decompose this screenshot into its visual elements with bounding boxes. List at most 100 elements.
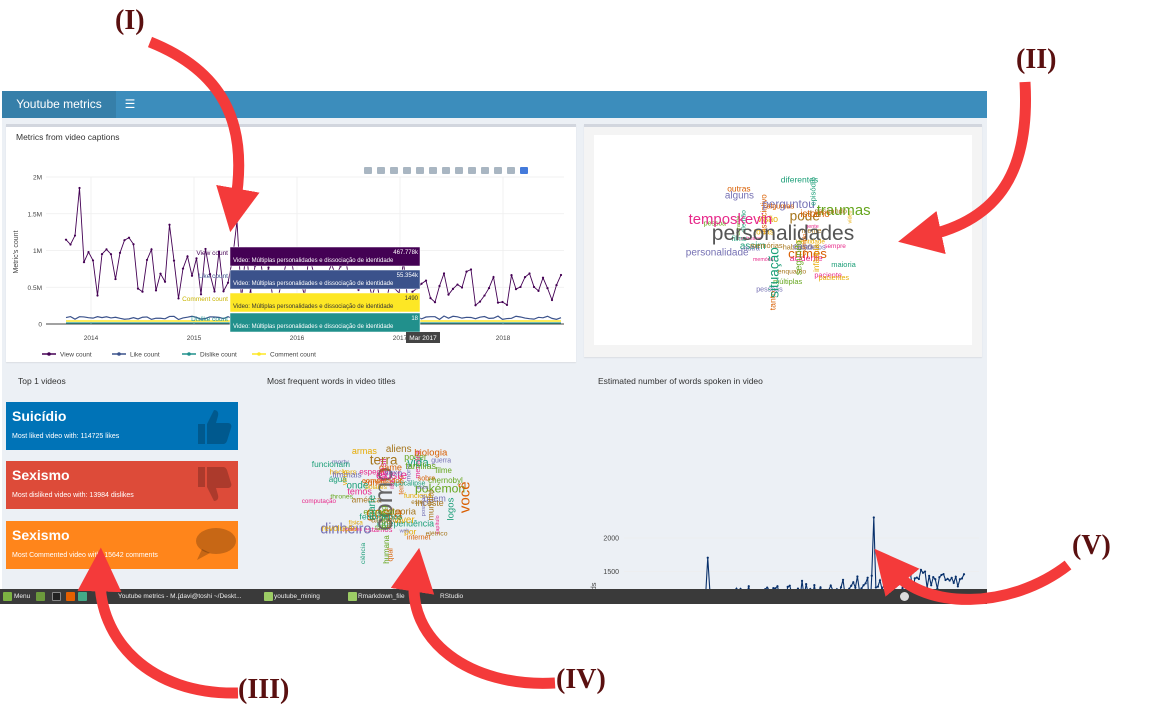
words-point xyxy=(950,576,953,580)
reset-axes-icon[interactable] xyxy=(468,167,476,174)
box-select-icon[interactable] xyxy=(403,167,411,174)
spike-lines-icon[interactable] xyxy=(481,167,489,174)
words-point xyxy=(852,581,855,584)
view-count-point xyxy=(150,248,153,251)
words-point xyxy=(891,574,894,578)
words-point xyxy=(850,584,853,587)
words-point xyxy=(706,556,709,559)
wordcloud-word: você xyxy=(456,481,473,513)
words-point xyxy=(805,582,808,586)
words-point xyxy=(866,576,869,579)
words-point xyxy=(856,575,859,578)
hamburger-icon[interactable]: ☰ xyxy=(122,91,138,118)
view-count-point xyxy=(523,276,527,279)
x-tick-label: 2014 xyxy=(84,335,99,342)
thumbs-up-icon xyxy=(198,410,232,444)
x-tick-label: 2016 xyxy=(290,335,305,342)
taskbar-rstudio[interactable]: RStudio xyxy=(440,591,463,602)
words-point xyxy=(885,572,888,576)
annotation-iv: (IV) xyxy=(556,664,606,695)
words-point xyxy=(930,584,933,587)
header-bar: Youtube metrics ☰ xyxy=(2,91,987,118)
most-commented-title: Sexismo xyxy=(12,527,70,543)
wordcloud-word: fenômenos xyxy=(359,512,403,522)
view-count-point xyxy=(447,293,450,296)
terminal-icon[interactable] xyxy=(52,592,61,601)
y-tick-label: 1500 xyxy=(603,569,619,576)
view-count-point xyxy=(492,275,495,279)
zoom-out-icon[interactable] xyxy=(442,167,450,174)
x-tick-label: 2017 xyxy=(393,335,408,342)
view-count-point xyxy=(181,267,185,270)
view-count-point xyxy=(483,294,486,297)
words-point xyxy=(944,578,947,582)
autoscale-icon[interactable] xyxy=(455,167,463,174)
wordcloud-word: diferentes xyxy=(781,175,818,185)
camera-icon[interactable] xyxy=(364,167,372,174)
view-count-point xyxy=(132,243,135,246)
view-count-point xyxy=(456,283,459,286)
view-count-point xyxy=(226,281,230,284)
firefox-icon[interactable] xyxy=(66,592,75,601)
view-count-point xyxy=(78,186,81,190)
view-count-point xyxy=(105,248,108,251)
words-point xyxy=(928,574,931,578)
taskbar-folder-youtube-mining[interactable]: youtube_mining xyxy=(274,591,320,602)
zoom-in-icon[interactable] xyxy=(429,167,437,174)
wordcloud-word: logos xyxy=(445,497,456,520)
lasso-icon[interactable] xyxy=(416,167,424,174)
folder-icon xyxy=(264,592,273,601)
hover-compare-icon[interactable] xyxy=(507,167,515,174)
zoom-icon[interactable] xyxy=(377,167,385,174)
view-count-point xyxy=(555,283,558,287)
words-point xyxy=(921,571,925,574)
wordcloud-word: anos xyxy=(417,485,429,491)
view-count-point xyxy=(550,298,554,302)
view-count-point xyxy=(159,272,162,275)
network-icon[interactable] xyxy=(900,592,909,601)
metrics-chart[interactable]: 0 0.5M 1M 1.5M 2M 2014 2015 2016 2017 2018 Metric'… xyxy=(6,127,576,362)
top-videos-title: Top 1 videos xyxy=(18,376,66,386)
comment-icon xyxy=(196,528,236,560)
view-count-point xyxy=(123,239,126,242)
y-axis-label: Number of words xyxy=(589,582,598,589)
words-point xyxy=(907,572,910,576)
view-count-point xyxy=(451,287,455,290)
view-count-point xyxy=(442,272,446,275)
y-axis-label: Metric's count xyxy=(13,230,20,273)
app-icon[interactable] xyxy=(78,592,87,601)
view-count-point xyxy=(478,300,482,303)
taskbar-folder-rmarkdown[interactable]: Rmarkdown_file xyxy=(358,591,405,602)
wordcloud-left: gostaindependênciamortyestamoshumanaince… xyxy=(302,444,474,564)
view-count-point xyxy=(82,261,86,264)
words-point xyxy=(776,585,779,588)
taskbar-youtube-metrics[interactable]: Youtube metrics - M... xyxy=(118,591,181,602)
wordcloud-word: algumas xyxy=(767,201,795,210)
most-disliked-box: Sexismo Most disliked video with: 13984 … xyxy=(6,461,238,509)
view-count-point xyxy=(541,276,545,279)
view-count-point xyxy=(96,294,99,297)
wordcloud-word: filme xyxy=(435,466,452,475)
plotly-logo-icon[interactable] xyxy=(520,167,528,174)
pan-icon[interactable] xyxy=(390,167,398,174)
hover-closest-icon[interactable] xyxy=(494,167,502,174)
legend-marker xyxy=(257,352,261,356)
app-title[interactable]: Youtube metrics xyxy=(2,91,116,118)
view-count-point xyxy=(469,268,473,271)
wordcloud-word: caso xyxy=(793,240,813,251)
taskbar-menu[interactable]: Menu xyxy=(14,591,30,602)
tooltip-label: Like count xyxy=(198,273,228,280)
files-icon[interactable] xyxy=(36,592,45,601)
wordcloud-word: elétrico xyxy=(426,531,448,538)
words-point xyxy=(958,578,961,581)
view-count-point xyxy=(532,285,536,289)
view-count-point xyxy=(87,250,90,254)
legend-label: Comment count xyxy=(270,352,316,359)
words-point xyxy=(915,576,918,579)
taskbar-terminal[interactable]: [davi@toshi ~/Deskt... xyxy=(178,591,242,602)
words-point xyxy=(913,577,916,580)
view-count-point xyxy=(222,290,225,293)
words-point xyxy=(905,569,908,573)
words-chart[interactable]: 0500100015002000Number of words xyxy=(584,396,984,589)
words-point xyxy=(878,579,882,582)
